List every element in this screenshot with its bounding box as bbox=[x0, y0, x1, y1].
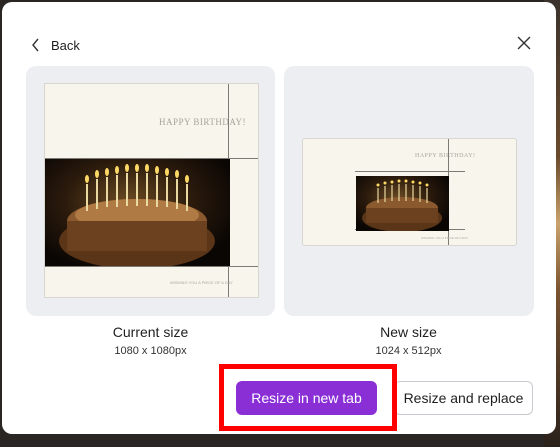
current-size-preview: HAPPY BIRTHDAY! WISHING YOU A PIECE OF A… bbox=[44, 83, 259, 298]
current-size-title: Current size bbox=[112, 324, 189, 340]
new-size-card[interactable]: HAPPY BIRTHDAY! WISHING YOU A PIECE OF A… bbox=[284, 66, 534, 316]
resize-dialog: Back HAPPY BIRTHDAY! WISHING YOU A PIECE… bbox=[2, 2, 556, 434]
preview-greeting-small: HAPPY BIRTHDAY! bbox=[415, 153, 476, 159]
cake-photo-small bbox=[356, 176, 449, 231]
preview-greeting: HAPPY BIRTHDAY! bbox=[159, 117, 247, 127]
preview-footer-small: WISHING YOU A PIECE OF A DAY bbox=[421, 236, 469, 240]
new-size-preview: HAPPY BIRTHDAY! WISHING YOU A PIECE OF A… bbox=[302, 138, 517, 246]
chevron-left-icon bbox=[32, 38, 39, 52]
current-size-card[interactable]: HAPPY BIRTHDAY! WISHING YOU A PIECE OF A… bbox=[26, 66, 275, 316]
close-icon[interactable] bbox=[514, 33, 534, 53]
new-size-dimensions: 1024 x 512px bbox=[375, 345, 442, 357]
new-size-title: New size bbox=[380, 324, 437, 340]
preview-footer: WISHING YOU A PIECE OF A DAY bbox=[170, 280, 233, 285]
cake-photo bbox=[45, 159, 230, 266]
resize-in-new-tab-button[interactable]: Resize in new tab bbox=[236, 381, 377, 415]
resize-and-replace-button[interactable]: Resize and replace bbox=[394, 381, 533, 415]
back-button[interactable]: Back bbox=[31, 34, 80, 56]
current-size-dimensions: 1080 x 1080px bbox=[114, 345, 187, 357]
back-label: Back bbox=[51, 37, 80, 53]
